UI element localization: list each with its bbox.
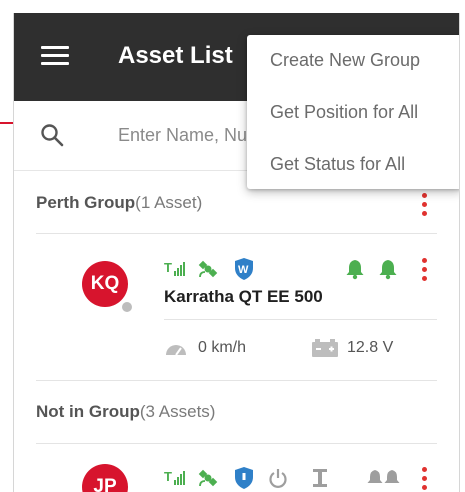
group-name: Perth Group	[36, 193, 136, 212]
battery-icon	[312, 339, 338, 357]
menu-item-get-status[interactable]: Get Status for All	[270, 154, 405, 175]
wifi-shield-icon: W	[235, 258, 253, 280]
svg-text:W: W	[238, 264, 249, 276]
bell-icon	[346, 260, 364, 280]
divider	[36, 443, 437, 444]
shield-icon	[235, 467, 253, 489]
group-more-icon[interactable]	[420, 193, 428, 221]
group-name: Not in Group	[36, 402, 140, 421]
avatar[interactable]: JP	[82, 464, 128, 492]
bell-icon	[379, 260, 397, 280]
divider	[164, 319, 437, 320]
divider	[36, 380, 437, 381]
asset-more-icon[interactable]	[420, 467, 428, 492]
group-header-not-in-group[interactable]: Not in Group(3 Assets)	[36, 402, 215, 426]
bells-muted-icon	[367, 470, 400, 483]
app-frame: Asset List Perth Group(1 Asset) KQ T W	[13, 13, 460, 492]
group-count: (3 Assets)	[139, 402, 216, 421]
overflow-menu: Create New Group Get Position for All Ge…	[247, 35, 459, 189]
speedometer-icon	[166, 345, 186, 356]
group-header-perth[interactable]: Perth Group(1 Asset)	[36, 193, 202, 217]
menu-item-create-group[interactable]: Create New Group	[270, 50, 420, 71]
search-icon	[41, 124, 64, 147]
svg-text:T: T	[164, 469, 172, 484]
divider	[36, 233, 437, 234]
satellite-icon	[198, 469, 218, 487]
signal-icon: T	[164, 469, 185, 485]
menu-icon[interactable]	[41, 46, 69, 66]
satellite-icon	[198, 260, 218, 278]
signal-icon: T	[164, 260, 185, 276]
avatar[interactable]: KQ	[82, 261, 128, 307]
asset-name[interactable]: Karratha QT EE 500	[164, 287, 323, 307]
menu-item-get-position[interactable]: Get Position for All	[270, 102, 418, 123]
status-dot	[120, 300, 134, 314]
svg-text:T: T	[164, 260, 172, 275]
group-count: (1 Asset)	[135, 193, 203, 212]
speed-value: 0 km/h	[198, 339, 247, 356]
power-icon	[269, 469, 287, 488]
voltage-value: 12.8 V	[347, 339, 394, 356]
page-title: Asset List	[118, 42, 233, 69]
input-icon	[313, 469, 327, 487]
asset-more-icon[interactable]	[420, 258, 428, 286]
